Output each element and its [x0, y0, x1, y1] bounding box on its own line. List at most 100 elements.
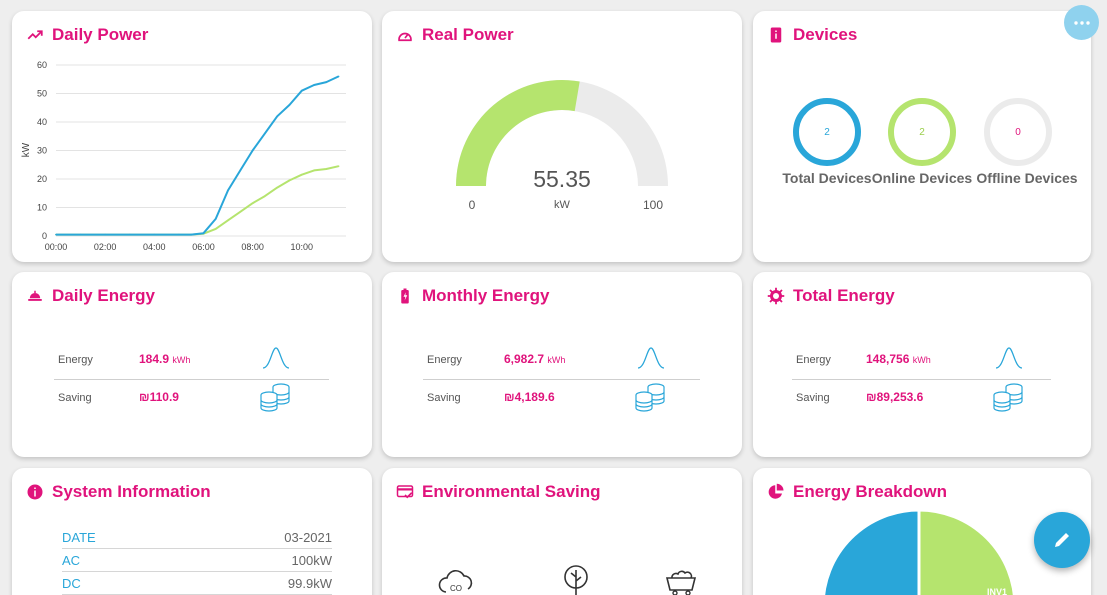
data-point: [300, 89, 303, 92]
offline-devices-label: Offline Devices: [976, 170, 1078, 186]
info-value: 03-2021: [284, 530, 332, 545]
y-tick-label: 30: [37, 146, 47, 156]
data-point: [214, 218, 217, 220]
series-line: [56, 75, 340, 236]
bell-icon: [28, 290, 42, 301]
pie-slice-inv1: [917, 508, 1016, 595]
coins-icon: [260, 383, 290, 412]
info-icon: [27, 484, 43, 500]
total-devices-count: 2: [824, 126, 830, 138]
energy-value: 6,982.7 kWh: [504, 352, 566, 366]
bell-curve-icon: [637, 347, 665, 369]
data-point: [325, 168, 328, 170]
daily-power-card: Daily Power 60 50 40 30 20 10 0 00:00 02:00 04:00…: [12, 11, 372, 262]
x-tick-label: 04:00: [143, 242, 166, 252]
x-tick-label: 06:00: [192, 242, 215, 252]
more-icon: [1073, 20, 1090, 25]
saving-value: ₪89,253.6: [866, 390, 924, 404]
bell-curve-icon: [995, 347, 1023, 369]
energy-label: Energy: [796, 354, 831, 366]
data-point: [104, 233, 106, 236]
x-tick-label: 10:00: [290, 242, 313, 252]
data-point: [337, 75, 340, 78]
monthly-energy-card: Monthly Energy Energy 6,982.7 kWh Saving…: [382, 272, 742, 457]
energy-value: 184.9 kWh: [139, 352, 191, 366]
y-tick-label: 50: [37, 89, 47, 99]
pencil-icon: [1055, 531, 1071, 547]
online-devices-ring[interactable]: 2: [888, 98, 956, 166]
data-point: [227, 219, 229, 222]
info-key: DATE: [62, 530, 96, 545]
coins-icon: [635, 383, 665, 412]
gauge-unit: kW: [554, 199, 570, 211]
bell-curve-icon: [262, 347, 290, 369]
energy-label: Energy: [427, 354, 462, 366]
data-point: [276, 186, 278, 189]
data-point: [313, 169, 315, 172]
daily-power-chart: 60 50 40 30 20 10 000:00 02:00 04:00 06:00 08:00 10…: [21, 60, 346, 252]
data-point: [79, 233, 82, 236]
offline-devices-count: 0: [1015, 126, 1021, 138]
data-point: [276, 115, 278, 118]
data-point: [337, 165, 340, 167]
info-row-date: DATE 03-2021: [62, 527, 332, 549]
saving-label: Saving: [427, 392, 461, 404]
system-information-card: System Information DATE 03-2021 AC 100kW D…: [12, 468, 372, 595]
devices-card: Devices 2 Total Devices 2 Online Devices…: [753, 11, 1091, 262]
real-power-card: Real Power 55.35 kW 0 100: [382, 11, 742, 262]
info-value: 99.9kW: [287, 576, 332, 591]
total-devices-ring[interactable]: 2: [793, 98, 861, 166]
data-point: [239, 210, 242, 213]
device-icon: [770, 27, 782, 43]
battery-charging-icon: [401, 288, 409, 304]
data-point: [251, 202, 254, 205]
data-point: [239, 169, 242, 172]
environmental-saving-card: Environmental Saving CO: [382, 468, 742, 595]
coal-cart-icon: [665, 570, 697, 595]
divider: [792, 379, 1051, 380]
info-key: DC: [62, 576, 81, 591]
data-point: [251, 149, 254, 152]
series-line: [56, 165, 339, 236]
tree-icon: [564, 565, 588, 595]
total-energy-card: Total Energy Energy 148,756 kWh Saving ₪…: [753, 272, 1091, 457]
x-tick-label: 08:00: [241, 242, 264, 252]
data-point: [178, 233, 180, 236]
card-check-icon: [396, 485, 414, 499]
data-point: [264, 132, 266, 135]
sun-icon: [767, 287, 785, 305]
data-point: [190, 233, 192, 236]
gauge-value: 55.35: [533, 166, 591, 192]
more-options-button[interactable]: [1064, 5, 1099, 40]
y-tick-label: 40: [37, 117, 47, 127]
energy-label: Energy: [58, 354, 93, 366]
data-point: [300, 173, 303, 176]
edit-dashboard-button[interactable]: [1034, 512, 1090, 568]
data-point: [128, 233, 131, 236]
card-title: System Information: [52, 482, 211, 501]
card-title: Environmental Saving: [422, 482, 601, 501]
card-title: Monthly Energy: [422, 286, 550, 305]
divider: [54, 379, 329, 380]
gauge-max: 100: [642, 198, 664, 212]
saving-value: ₪4,189.6: [504, 390, 555, 404]
data-point: [325, 81, 328, 83]
saving-label: Saving: [58, 392, 92, 404]
card-title: Total Energy: [793, 286, 895, 305]
info-value: 100kW: [291, 553, 332, 568]
card-title: Devices: [793, 25, 858, 44]
data-point: [288, 179, 291, 182]
data-point: [55, 233, 57, 236]
data-point: [214, 228, 217, 230]
pie-label-inv1: INV1: [987, 587, 1007, 595]
data-point: [153, 233, 156, 236]
card-title: Daily Energy: [52, 286, 155, 305]
offline-devices-ring[interactable]: 0: [984, 98, 1052, 166]
saving-value: ₪110.9: [139, 390, 179, 404]
online-devices-count: 2: [919, 126, 925, 138]
svg-text:CO: CO: [450, 584, 462, 593]
info-key: AC: [62, 553, 81, 568]
info-row-ac: AC 100kW: [62, 550, 332, 572]
coins-icon: [993, 383, 1023, 412]
y-axis-label: kW: [21, 142, 32, 157]
